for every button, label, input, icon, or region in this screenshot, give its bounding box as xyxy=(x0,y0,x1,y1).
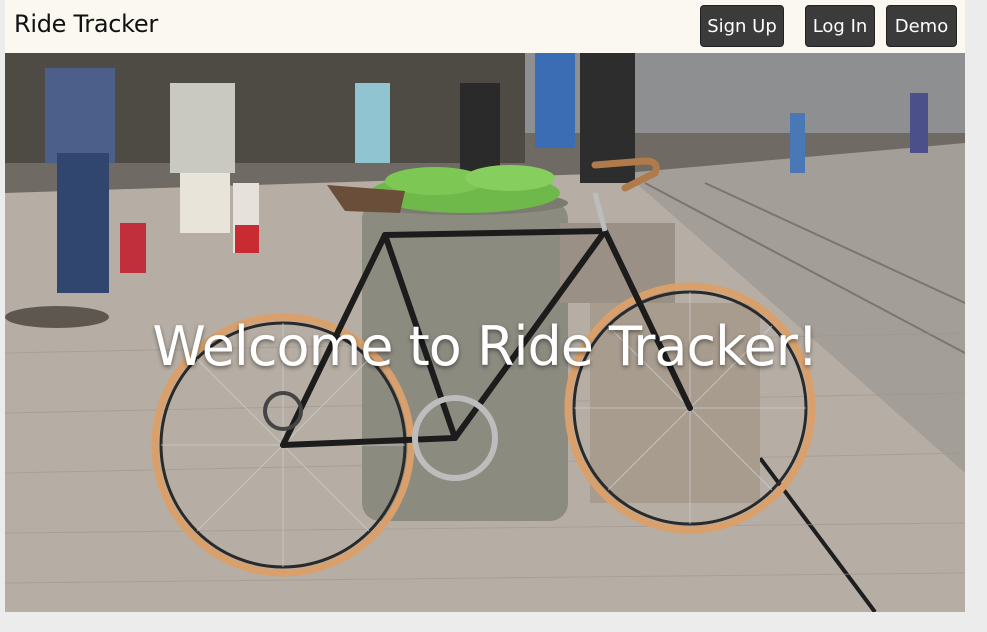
signup-button[interactable]: Sign Up xyxy=(700,5,784,47)
hero-title: Welcome to Ride Tracker! xyxy=(152,315,818,378)
login-button[interactable]: Log In xyxy=(805,5,875,47)
hero-section: Welcome to Ride Tracker! xyxy=(5,53,965,612)
brand-title[interactable]: Ride Tracker xyxy=(14,10,158,38)
scrollbar[interactable] xyxy=(965,0,987,632)
navbar: Ride Tracker Sign Up Log In Demo xyxy=(5,0,965,53)
demo-button[interactable]: Demo xyxy=(886,5,957,47)
